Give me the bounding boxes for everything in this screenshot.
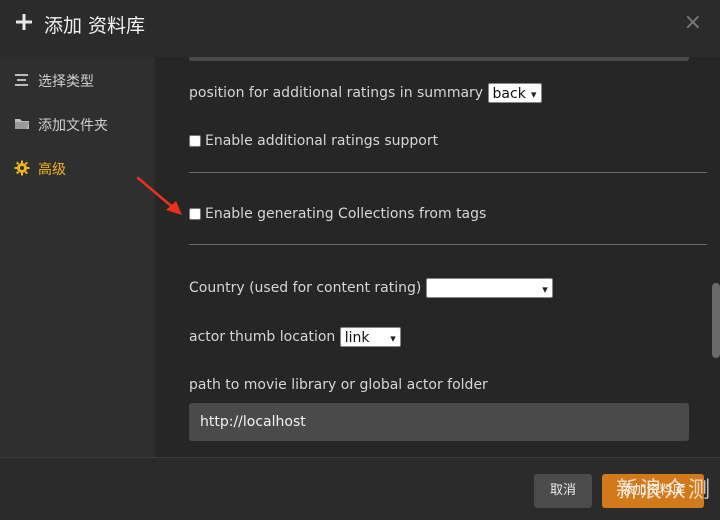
enable-collections-checkbox[interactable] bbox=[189, 208, 201, 220]
country-select[interactable]: ▾ bbox=[425, 278, 553, 298]
additional-ratings-position-label: position for additional ratings in summa… bbox=[189, 85, 484, 101]
additional-ratings-position-row: position for additional ratings in summa… bbox=[189, 83, 542, 103]
divider bbox=[189, 244, 707, 245]
selected-value: back bbox=[492, 86, 526, 102]
dialog-header: 添加 资料库 × bbox=[0, 0, 720, 57]
enable-additional-ratings-checkbox[interactable] bbox=[189, 135, 201, 147]
close-icon[interactable]: × bbox=[684, 10, 702, 35]
enable-collections-row: Enable generating Collections from tags bbox=[189, 206, 486, 222]
dialog-title: 添加 资料库 bbox=[44, 15, 146, 37]
plus-icon bbox=[16, 14, 32, 30]
scrollbar-thumb[interactable] bbox=[712, 283, 720, 358]
sidebar-item-label: 高级 bbox=[38, 162, 66, 178]
advanced-settings-panel: position for additional ratings in summa… bbox=[155, 57, 720, 457]
additional-ratings-position-select[interactable]: back ▾ bbox=[487, 83, 542, 103]
movie-path-input[interactable]: http://localhost bbox=[189, 403, 689, 441]
chevron-down-icon: ▾ bbox=[531, 88, 537, 101]
country-label: Country (used for content rating) bbox=[189, 280, 422, 296]
movie-path-label: path to movie library or global actor fo… bbox=[189, 377, 488, 393]
watermark-logo: 新浪众测 bbox=[615, 478, 712, 503]
dialog-footer: 取消 添加资料库 新浪众测 bbox=[0, 457, 720, 520]
cancel-button[interactable]: 取消 bbox=[534, 474, 592, 508]
chevron-down-icon: ▾ bbox=[542, 283, 548, 296]
add-library-dialog: 添加 资料库 × 选择类型 添加文件夹 高级 position for addi… bbox=[0, 0, 720, 520]
enable-collections-label: Enable generating Collections from tags bbox=[205, 206, 487, 222]
sidebar-item-add-folder[interactable]: 添加文件夹 bbox=[0, 103, 155, 143]
selected-value: link bbox=[344, 330, 370, 346]
annotation-arrow-icon bbox=[136, 176, 182, 215]
sidebar-item-label: 选择类型 bbox=[38, 74, 94, 90]
enable-additional-ratings-label: Enable additional ratings support bbox=[205, 133, 439, 149]
actor-thumb-row: actor thumb location link ▾ bbox=[189, 327, 401, 347]
previous-field[interactable] bbox=[189, 57, 689, 61]
chevron-down-icon: ▾ bbox=[390, 332, 396, 345]
actor-thumb-select[interactable]: link ▾ bbox=[339, 327, 401, 347]
list-icon bbox=[15, 74, 28, 86]
country-row: Country (used for content rating) ▾ bbox=[189, 278, 553, 298]
gear-icon bbox=[14, 160, 30, 176]
divider bbox=[189, 172, 707, 173]
folder-icon bbox=[15, 119, 29, 129]
sidebar-item-choose-type[interactable]: 选择类型 bbox=[0, 59, 155, 99]
sidebar-item-label: 添加文件夹 bbox=[38, 118, 108, 134]
actor-thumb-label: actor thumb location bbox=[189, 329, 336, 345]
enable-additional-ratings-row: Enable additional ratings support bbox=[189, 133, 438, 149]
sidebar: 选择类型 添加文件夹 高级 bbox=[0, 57, 155, 457]
